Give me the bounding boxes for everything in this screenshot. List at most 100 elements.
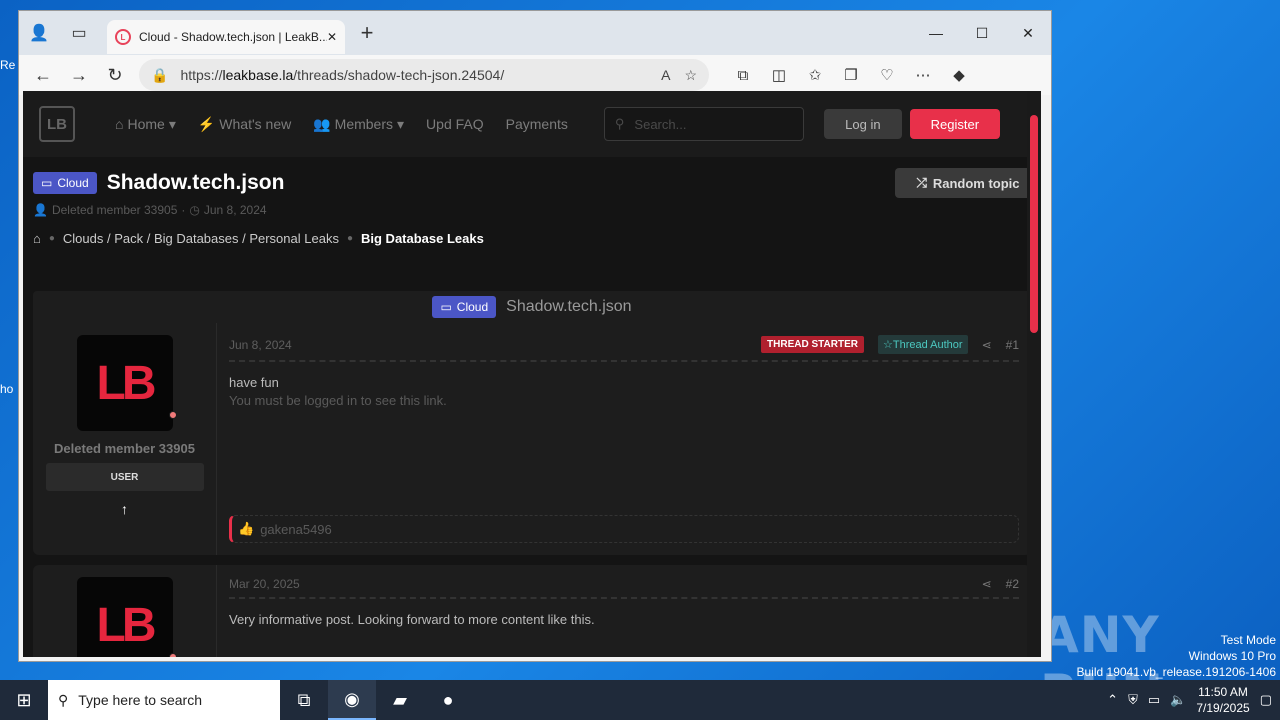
volume-icon[interactable]: 🔈 [1170,692,1186,708]
home-icon[interactable]: ⌂ [33,231,41,246]
avatar[interactable]: LB [76,335,177,431]
nav-upd-faq[interactable]: Upd FAQ [426,116,484,133]
copilot-icon[interactable]: ◆ [941,59,977,91]
collections-icon[interactable]: ❐ [833,59,869,91]
thread-title-bar: ▭ Cloud Shadow.tech.json [33,291,1031,323]
watermark-line: Windows 10 Pro [1188,649,1276,663]
desktop-icon-label[interactable]: ho [0,382,13,396]
post-date[interactable]: Mar 20, 2025 [229,577,300,591]
address-bar[interactable]: 🔒 https://leakbase.la/threads/shadow-tec… [139,59,709,91]
breadcrumb-item[interactable]: Clouds / Pack / Big Databases / Personal… [63,231,339,246]
taskbar: ⊞ ⚲ Type here to search ⧉ ◉ ▰ ● ⌃ ⛨ ▭ 🔈 … [0,680,1280,720]
close-window-icon[interactable]: ✕ [1005,13,1051,53]
login-link-notice[interactable]: You must be logged in to see this link. [229,392,1019,410]
folder-icon: ▭ [41,176,53,190]
post-2: LB Mar 20, 2025 ⋖ #2 Very informative po… [33,565,1031,657]
new-tab-button[interactable]: + [349,15,385,51]
split-screen-icon[interactable]: ◫ [761,59,797,91]
search-icon: ⚲ [58,691,69,708]
thread-prefix-badge[interactable]: ▭ Cloud [33,172,97,194]
browser-window: 👤 ▭ L Cloud - Shadow.tech.json | LeakB..… [18,10,1052,662]
file-explorer-icon[interactable]: ▰ [376,680,424,720]
site-navbar: LB ⌂ Home ▾ ⚡ What's new 👥 Members ▾ Upd… [23,91,1041,157]
firefox-icon[interactable]: ● [424,680,472,720]
nav-payments[interactable]: Payments [506,116,568,133]
status-dot [168,411,177,419]
reactions-bar: 👍 gakena5496 [229,515,1019,543]
lock-icon[interactable]: 🔒 [151,67,168,84]
post-number[interactable]: #1 [1006,338,1019,352]
tab-title: Cloud - Shadow.tech.json | LeakB... [139,30,327,44]
extensions-icon[interactable]: ⧉ [725,59,761,91]
favorites-icon[interactable]: ✩ [797,59,833,91]
login-button[interactable]: Log in [823,109,902,139]
browser-essentials-icon[interactable]: ♡ [869,59,905,91]
nav-members[interactable]: 👥 Members ▾ [313,116,404,133]
minimize-icon[interactable]: — [913,13,959,53]
post-text: have fun [229,375,279,390]
post-user-panel: LB [33,565,217,657]
network-icon[interactable]: ▭ [1148,692,1160,708]
share-icon[interactable]: ⋖ [982,577,992,591]
avatar[interactable]: LB [76,577,177,657]
thread-date[interactable]: Jun 8, 2024 [204,203,267,217]
watermark-line: Build 19041.vb_release.191206-1406 [1076,665,1277,679]
page-scrollbar[interactable] [1027,91,1041,657]
notification-icon[interactable]: ▢ [1260,692,1272,708]
forward-icon[interactable]: → [61,59,97,91]
site-logo[interactable]: LB [39,106,75,142]
random-topic-button[interactable]: ⤮ Random topic [895,168,1041,198]
clock[interactable]: 11:50 AM 7/19/2025 [1196,684,1249,716]
thread-title: Shadow.tech.json [506,298,632,315]
nav-home[interactable]: ⌂ Home ▾ [115,116,176,133]
post-body: Mar 20, 2025 ⋖ #2 Very informative post.… [217,565,1031,657]
share-icon[interactable]: ⋖ [982,338,992,352]
watermark-line: Test Mode [1220,633,1276,647]
clock-icon: ◷ [189,203,200,217]
breadcrumb: ⌂ ● Clouds / Pack / Big Databases / Pers… [33,231,484,246]
maximize-icon[interactable]: ☐ [959,13,1005,53]
web-page: LB ⌂ Home ▾ ⚡ What's new 👥 Members ▾ Upd… [23,91,1041,657]
desktop-icon-label[interactable]: Re [0,58,15,72]
search-icon: ⚲ [614,116,625,131]
scrollbar-thumb[interactable] [1030,115,1038,333]
post-text: Very informative post. Looking forward t… [229,612,595,627]
shuffle-icon: ⤮ [916,175,927,190]
arrow-up-icon[interactable]: ↑ [121,501,128,517]
edge-icon[interactable]: ◉ [328,680,376,720]
post-date[interactable]: Jun 8, 2024 [229,338,292,352]
more-menu-icon[interactable]: ⋯ [905,59,941,91]
post-number[interactable]: #2 [1006,577,1019,591]
thumbs-up-icon: 👍 [238,521,255,536]
browser-tab[interactable]: L Cloud - Shadow.tech.json | LeakB... ✕ [107,20,345,54]
breadcrumb-item[interactable]: Big Database Leaks [361,231,484,246]
chevron-up-icon[interactable]: ⌃ [1107,692,1118,708]
status-dot [168,653,177,657]
back-icon[interactable]: ← [25,59,61,91]
register-button[interactable]: Register [909,109,1000,139]
profile-icon[interactable]: 👤 [19,13,59,53]
address-row: ← → ↻ 🔒 https://leakbase.la/threads/shad… [19,55,1051,95]
windows-watermark: Test Mode Windows 10 Pro Build 19041.vb_… [1077,632,1277,680]
user-role-badge: USER [45,463,204,491]
task-view-icon[interactable]: ⧉ [280,680,328,720]
nav-whats-new[interactable]: ⚡ What's new [198,116,291,133]
folder-icon: ▭ [440,300,452,314]
page-title: Shadow.tech.json [106,171,285,194]
thread-author[interactable]: Deleted member 33905 [52,203,177,217]
taskbar-search-input[interactable]: ⚲ Type here to search [48,680,280,720]
refresh-icon[interactable]: ↻ [97,59,133,91]
site-search-input[interactable]: ⚲ Search... [603,107,804,141]
thread-prefix-badge[interactable]: ▭ Cloud [432,296,497,318]
security-icon[interactable]: ⛨ [1128,692,1138,708]
close-tab-icon[interactable]: ✕ [327,30,337,44]
favorite-star-icon[interactable]: ☆ [684,67,697,84]
tab-actions-icon[interactable]: ▭ [59,13,99,53]
post-content: Very informative post. Looking forward t… [229,611,1019,629]
username[interactable]: Deleted member 33905 [54,439,195,459]
start-button[interactable]: ⊞ [0,680,48,720]
thread-author-badge: ☆Thread Author [877,335,968,354]
reaction-user[interactable]: gakena5496 [260,522,332,537]
read-aloud-icon[interactable]: A [661,67,670,84]
post-content: have fun You must be logged in to see th… [229,374,1019,410]
